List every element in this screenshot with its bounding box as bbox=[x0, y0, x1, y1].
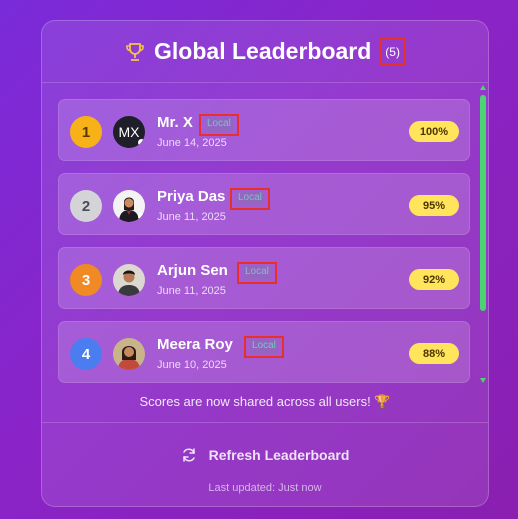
player-date: June 11, 2025 bbox=[157, 211, 226, 223]
player-date: June 11, 2025 bbox=[157, 285, 226, 297]
player-date: June 10, 2025 bbox=[157, 359, 227, 371]
local-tag: Local bbox=[237, 262, 277, 284]
shared-scores-note: Scores are now shared across all users! … bbox=[139, 394, 391, 409]
avatar-initials: MX bbox=[118, 124, 140, 140]
status-dot-icon bbox=[138, 139, 145, 146]
scroll-up-icon[interactable] bbox=[480, 85, 486, 90]
rank-badge: 2 bbox=[70, 190, 102, 222]
refresh-icon bbox=[182, 448, 195, 462]
local-tag: Local bbox=[230, 188, 270, 210]
list-item[interactable]: 1 MX Mr. X Local June 14, 2025 100% bbox=[58, 99, 470, 161]
list-item[interactable]: 4 Meera Roy Local June 10, 2025 88% bbox=[58, 321, 470, 383]
list-item[interactable]: 3 Arjun Sen Local June 11, 2025 92% bbox=[58, 247, 470, 309]
avatar bbox=[113, 338, 145, 370]
person-photo-icon bbox=[113, 264, 145, 296]
scrollbar-thumb[interactable] bbox=[480, 95, 486, 311]
leaderboard-list[interactable]: 1 MX Mr. X Local June 14, 2025 100% 2 Pr… bbox=[58, 99, 472, 385]
player-name: Priya Das bbox=[157, 188, 226, 205]
list-scrollbar[interactable] bbox=[479, 85, 487, 383]
leaderboard-card: Global Leaderboard (5) 1 MX Mr. X Local … bbox=[41, 20, 489, 507]
page-title: Global Leaderboard bbox=[154, 38, 372, 64]
scroll-down-icon[interactable] bbox=[480, 378, 486, 383]
refresh-label: Refresh Leaderboard bbox=[208, 447, 350, 463]
list-item[interactable]: 2 Priya Das Local June 11, 2025 95% bbox=[58, 173, 470, 235]
status-dot-icon bbox=[138, 213, 145, 220]
rank-badge: 3 bbox=[70, 264, 102, 296]
local-tag: Local bbox=[199, 114, 239, 136]
person-photo-icon bbox=[113, 338, 145, 370]
player-date: June 14, 2025 bbox=[157, 137, 227, 149]
avatar bbox=[113, 190, 145, 222]
avatar: MX bbox=[113, 116, 145, 148]
score-badge: 92% bbox=[409, 269, 459, 290]
last-updated-text: Last updated: Just now bbox=[208, 482, 322, 494]
leaderboard-header: Global Leaderboard (5) bbox=[42, 21, 488, 83]
entry-count-badge: (5) bbox=[379, 37, 406, 66]
player-name: Meera Roy bbox=[157, 336, 233, 353]
score-badge: 95% bbox=[409, 195, 459, 216]
divider bbox=[42, 422, 488, 423]
refresh-leaderboard-button[interactable]: Refresh Leaderboard bbox=[42, 444, 488, 466]
player-name: Mr. X bbox=[157, 114, 193, 131]
rank-badge: 1 bbox=[70, 116, 102, 148]
score-badge: 100% bbox=[409, 121, 459, 142]
score-badge: 88% bbox=[409, 343, 459, 364]
rank-badge: 4 bbox=[70, 338, 102, 370]
trophy-icon bbox=[124, 41, 146, 63]
local-tag: Local bbox=[244, 336, 284, 358]
player-name: Arjun Sen bbox=[157, 262, 228, 279]
avatar bbox=[113, 264, 145, 296]
